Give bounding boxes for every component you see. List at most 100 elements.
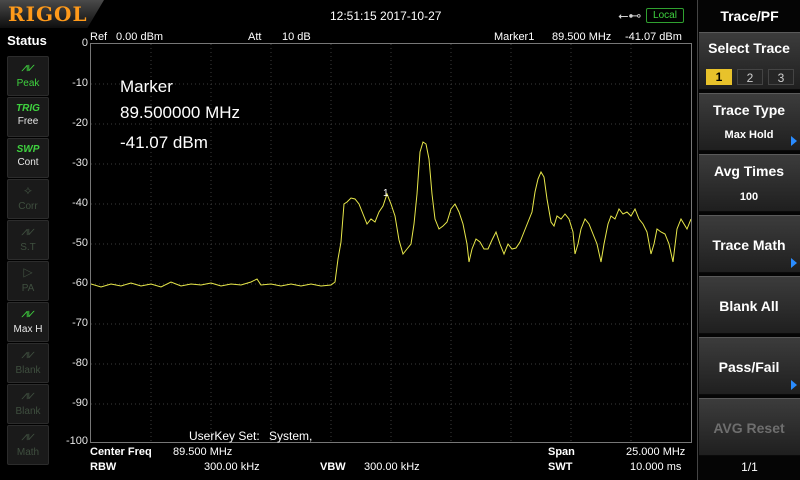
peak-icon: ⩘⩗ (21, 60, 35, 74)
corr-label: Corr (18, 201, 38, 212)
marker-box-frequency: 89.500000 MHz (120, 103, 241, 122)
status-blank-button-2[interactable]: ⩘⩗ Blank (7, 384, 49, 424)
blank-icon: ⩘⩗ (21, 388, 35, 402)
span-label: Span (548, 446, 575, 458)
center-freq-label: Center Freq (90, 446, 152, 458)
trace-math-softkey[interactable]: Trace Math (699, 215, 800, 273)
userkey-label: UserKey Set: (189, 429, 260, 443)
submenu-arrow-icon (791, 136, 797, 146)
status-blank-button-1[interactable]: ⩘⩗ Blank (7, 343, 49, 383)
att-label: Att (248, 31, 262, 43)
vbw-value[interactable]: 300.00 kHz (364, 461, 420, 473)
status-sweep-button[interactable]: SWP Cont (7, 138, 49, 178)
att-value: 10 dB (282, 31, 311, 43)
status-peak-label: Peak (16, 78, 40, 89)
rbw-value[interactable]: 300.00 kHz (204, 461, 260, 473)
softkey-menu: Trace/PF Select Trace 1 2 3 Trace Type M… (697, 0, 800, 480)
rigol-logo: RIGOL (0, 0, 104, 28)
marker-1-tag: 1 (383, 188, 389, 199)
avg-times-softkey[interactable]: Avg Times 100 (699, 154, 800, 212)
local-indicator[interactable]: Local (646, 8, 684, 23)
marker-box-amplitude: -41.07 dBm (120, 133, 208, 152)
date-time: 12:51:15 2017-10-27 (330, 9, 442, 23)
y-tick-50: -50 (72, 237, 88, 249)
trace-type-softkey[interactable]: Trace Type Max Hold (699, 93, 800, 151)
menu-title: Trace/PF (720, 8, 779, 24)
select-trace-label: Select Trace (708, 40, 790, 56)
submenu-arrow-icon (791, 258, 797, 268)
marker-label: Marker1 (494, 31, 535, 43)
y-tick-40: -40 (72, 197, 88, 209)
y-tick-20: -20 (72, 117, 88, 129)
trace-math-label: Trace Math (712, 237, 786, 253)
y-tick-0: 0 (81, 37, 88, 49)
status-title: Status (7, 33, 47, 48)
math-label: Math (16, 447, 40, 458)
usb-icon: ⭠⊷ (618, 8, 642, 23)
brand-text: RIGOL (8, 2, 88, 26)
swp-label: SWP (16, 144, 40, 155)
span-value[interactable]: 25.000 MHz (626, 446, 685, 458)
y-tick-90: -90 (72, 397, 88, 409)
maxhold-label: Max H (13, 324, 43, 335)
select-trace-softkey[interactable]: Select Trace 1 2 3 (699, 32, 800, 90)
corr-icon: ⟡ (24, 183, 32, 197)
blank-icon: ⩘⩗ (21, 347, 35, 361)
page-indicator: 1/1 (741, 460, 758, 474)
pa-icon: ▷ (23, 265, 33, 279)
marker-amp: -41.07 dBm (625, 31, 682, 43)
status-maxhold-button[interactable]: ⩘⩗ Max H (7, 302, 49, 342)
vbw-label: VBW (320, 461, 346, 473)
status-trig-button[interactable]: TRIG Free (7, 97, 49, 137)
y-tick-10: -10 (72, 77, 88, 89)
blank-all-label: Blank All (719, 298, 779, 314)
swt-label: SWT (548, 461, 573, 473)
trace-2-option[interactable]: 2 (737, 69, 763, 85)
math-icon: ⩘⩗ (21, 429, 35, 443)
rbw-label: RBW (90, 461, 117, 473)
y-tick-30: -30 (72, 157, 88, 169)
y-tick-60: -60 (72, 277, 88, 289)
y-tick-100: -100 (65, 435, 88, 447)
st-label: S.T (20, 242, 36, 253)
swt-value[interactable]: 10.000 ms (630, 461, 681, 473)
userkey-value: System, (269, 429, 313, 443)
marker-box-title: Marker (120, 77, 173, 96)
pass-fail-label: Pass/Fail (718, 359, 780, 375)
status-peak-button[interactable]: ⩘⩗ Peak (7, 56, 49, 96)
plot-grid[interactable]: 1 Marker 89.500000 MHz -41.07 dBm UserKe… (90, 43, 692, 443)
status-pa-button[interactable]: ▷ PA (7, 261, 49, 301)
submenu-arrow-icon (791, 380, 797, 390)
pa-label: PA (21, 283, 35, 294)
trace-type-value: Max Hold (724, 129, 774, 141)
trace-type-label: Trace Type (712, 102, 786, 118)
swp-mode-label: Cont (17, 157, 39, 168)
avg-reset-label: AVG Reset (713, 420, 785, 436)
avg-times-label: Avg Times (713, 163, 785, 179)
center-freq-value[interactable]: 89.500 MHz (173, 446, 232, 458)
blank-label-2: Blank (15, 406, 41, 417)
y-tick-70: -70 (72, 317, 88, 329)
y-tick-80: -80 (72, 357, 88, 369)
status-corr-button[interactable]: ⟡ Corr (7, 179, 49, 219)
pass-fail-softkey[interactable]: Pass/Fail (699, 337, 800, 395)
status-math-button[interactable]: ⩘⩗ Math (7, 425, 49, 465)
blank-all-softkey[interactable]: Blank All (699, 276, 800, 334)
maxhold-icon: ⩘⩗ (21, 306, 35, 320)
trig-mode-label: Free (17, 116, 39, 127)
ref-label: Ref (90, 31, 108, 43)
trig-label: TRIG (16, 103, 40, 114)
ref-value: 0.00 dBm (116, 31, 164, 43)
avg-reset-softkey[interactable]: AVG Reset (699, 398, 800, 456)
userkey-status: UserKey Set: System, (189, 429, 312, 443)
st-icon: ⩘⩗ (21, 224, 35, 238)
marker-freq: 89.500 MHz (552, 31, 612, 43)
blank-label-1: Blank (15, 365, 41, 376)
spectrum-display: Ref 0.00 dBm Att 10 dB Marker1 89.500 MH… (54, 30, 697, 480)
status-panel: Status ⩘⩗ Peak TRIG Free SWP Cont ⟡ Corr… (0, 30, 54, 480)
trace-3-option[interactable]: 3 (768, 69, 794, 85)
status-st-button[interactable]: ⩘⩗ S.T (7, 220, 49, 260)
trace-1-option[interactable]: 1 (706, 69, 732, 85)
avg-times-value: 100 (739, 191, 759, 203)
top-bar: RIGOL 12:51:15 2017-10-27 ⭠⊷ Local (0, 0, 697, 30)
